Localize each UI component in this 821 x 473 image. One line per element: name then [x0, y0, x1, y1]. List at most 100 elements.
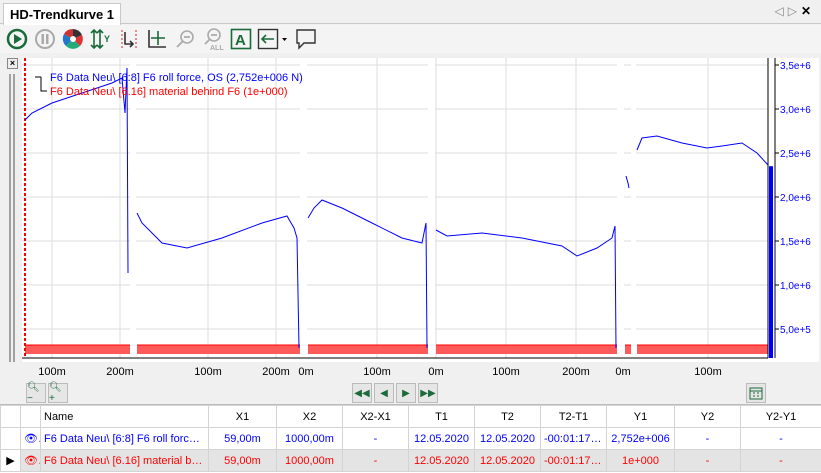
- text-icon[interactable]: A: [229, 27, 253, 51]
- material-band: [308, 345, 428, 354]
- roll-force-curve: [307, 199, 428, 349]
- cell-name: F6 Data Neu\ [6:8] F6 roll force, OS: [40, 427, 209, 450]
- eye-icon[interactable]: 👁: [20, 449, 41, 472]
- legend-bracket-icon: [35, 76, 47, 92]
- col-x1[interactable]: X1: [208, 405, 277, 428]
- material-band: [637, 345, 768, 354]
- segment-gap: [617, 58, 624, 362]
- roll-force-curve: [136, 212, 300, 349]
- splitter-handle[interactable]: [6, 58, 20, 362]
- y-axis-scale-icon[interactable]: Y: [88, 27, 112, 51]
- cell-t2-t1: -00:01:17.000: [540, 427, 607, 450]
- material-band: [137, 345, 300, 354]
- cursor-table: Name X1 X2 X2-X1 T1 T2 T2-T1 Y1 Y2 Y2-Y1…: [0, 404, 821, 473]
- col-x2-x1[interactable]: X2-X1: [342, 405, 409, 428]
- table-header: Name X1 X2 X2-X1 T1 T2 T2-T1 Y1 Y2 Y2-Y1: [0, 405, 821, 428]
- back-icon[interactable]: [257, 27, 289, 51]
- cell-x1: 59,00m: [208, 449, 277, 472]
- cell-t2-t1: -00:01:17.000: [540, 449, 607, 472]
- table-row[interactable]: ▶👁 F6 Data Neu\ [6.16] material behind F…: [0, 449, 821, 472]
- x-tick-label: 100m: [492, 366, 520, 378]
- table-row[interactable]: 👁 F6 Data Neu\ [6:8] F6 roll force, OS 5…: [0, 427, 821, 450]
- x-tick-label: 200m: [106, 366, 134, 378]
- roll-force-curve: [435, 225, 617, 349]
- cell-y2: -: [674, 449, 741, 472]
- play-icon[interactable]: [5, 27, 29, 51]
- tab-navigation: ◁▷✕: [774, 4, 815, 18]
- cursor-icon[interactable]: [117, 27, 141, 51]
- chart-legend: F6 Data Neu\ [6:8] F6 roll force, OS (2,…: [50, 71, 303, 99]
- tab-next-icon[interactable]: ▷: [788, 4, 801, 18]
- y1-level-bar: [769, 166, 773, 358]
- cell-x1: 59,00m: [208, 427, 277, 450]
- cell-t2: 12.05.2020: [474, 427, 541, 450]
- calendar-button[interactable]: [746, 383, 766, 403]
- col-name[interactable]: Name: [40, 405, 209, 428]
- cell-x2: 1000,00m: [276, 427, 343, 450]
- x-tick-label: 100m: [194, 366, 222, 378]
- cell-name: F6 Data Neu\ [6.16] material behind F6: [40, 449, 209, 472]
- col-y2[interactable]: Y2: [674, 405, 741, 428]
- cell-x2-x1: -: [342, 427, 409, 450]
- segment-gap: [631, 58, 636, 362]
- row-selected-icon: ▶: [0, 449, 21, 472]
- cell-x2: 1000,00m: [276, 449, 343, 472]
- first-button[interactable]: ◀◀: [352, 383, 372, 403]
- y-tick-label: 3,5e+6: [780, 61, 811, 72]
- svg-text:Y: Y: [104, 34, 110, 44]
- roll-force-curve: [636, 135, 769, 166]
- material-band: [625, 345, 631, 354]
- col-y1[interactable]: Y1: [606, 405, 675, 428]
- x-tick-label: 200m: [262, 366, 290, 378]
- x-tick-label: 100m: [694, 366, 722, 378]
- tab-bar: HD-Trendkurve 1 ◁▷✕: [0, 0, 821, 25]
- segment-gap: [428, 58, 435, 362]
- pause-icon[interactable]: [33, 27, 57, 51]
- trend-chart[interactable]: 3,5e+6 3,0e+6 2,5e+6 2,0e+6 1,5e+6 1,0e+6 5,0e…: [22, 58, 819, 362]
- zoom-out-icon[interactable]: [173, 27, 197, 51]
- x-tick-label: 0m: [428, 366, 444, 378]
- legend-item-roll-force: F6 Data Neu\ [6:8] F6 roll force, OS (2,…: [50, 72, 303, 84]
- cell-t2: 12.05.2020: [474, 449, 541, 472]
- x-tick-label: 100m: [38, 366, 66, 378]
- y-tick-label: 1,0e+6: [780, 281, 811, 292]
- col-t2-t1[interactable]: T2-T1: [540, 405, 607, 428]
- cell-y2: -: [674, 427, 741, 450]
- eye-icon[interactable]: 👁: [20, 427, 41, 450]
- zoom-in-button[interactable]: 🔍︎+: [48, 382, 68, 404]
- prev-button[interactable]: ◀: [374, 383, 394, 403]
- tab-hd-trendkurve[interactable]: HD-Trendkurve 1: [3, 3, 122, 25]
- cell-t1: 12.05.2020: [408, 449, 475, 472]
- cell-y1: 2,752e+006: [606, 427, 675, 450]
- cell-y2-y1: -: [740, 449, 821, 472]
- segment-gap: [130, 58, 136, 362]
- svg-text:A: A: [235, 32, 246, 49]
- y-tick-label: 5,0e+5: [780, 325, 811, 336]
- y-tick-label: 3,0e+6: [780, 105, 811, 116]
- segment-gap: [300, 58, 307, 362]
- move-icon[interactable]: [145, 27, 169, 51]
- cell-t1: 12.05.2020: [408, 427, 475, 450]
- comment-icon[interactable]: [294, 27, 318, 51]
- tab-prev-icon[interactable]: ◁: [774, 4, 787, 18]
- color-wheel-icon[interactable]: [61, 27, 85, 51]
- last-button[interactable]: ▶▶: [418, 383, 438, 403]
- legend-item-material: F6 Data Neu\ [6.16] material behind F6 (…: [50, 86, 288, 98]
- x-tick-label: 0m: [615, 366, 631, 378]
- col-y2-y1[interactable]: Y2-Y1: [740, 405, 821, 428]
- material-band: [25, 345, 130, 354]
- toolbar: Y ALL A: [0, 25, 821, 53]
- y-tick-label: 2,5e+6: [780, 149, 811, 160]
- col-t2[interactable]: T2: [474, 405, 541, 428]
- next-button[interactable]: ▶: [396, 383, 416, 403]
- y-tick-label: 2,0e+6: [780, 193, 811, 204]
- col-t1[interactable]: T1: [408, 405, 475, 428]
- zoom-out-all-icon[interactable]: ALL: [201, 27, 225, 51]
- x-axis: 100m 200m 100m 200m 0m 100m 0m 100m 200m 0m 100m: [0, 362, 821, 382]
- col-x2[interactable]: X2: [276, 405, 343, 428]
- cell-x2-x1: -: [342, 449, 409, 472]
- y-tick-label: 1,5e+6: [780, 237, 811, 248]
- cell-y2-y1: -: [740, 427, 821, 450]
- close-tab-icon[interactable]: ✕: [801, 4, 815, 18]
- zoom-out-button[interactable]: 🔍︎−: [26, 382, 46, 404]
